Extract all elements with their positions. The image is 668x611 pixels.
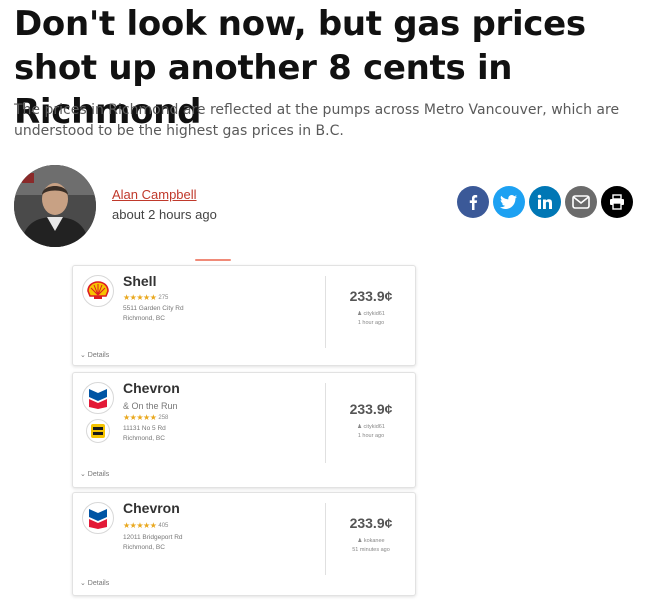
print-icon (610, 194, 624, 210)
twitter-icon (500, 195, 517, 209)
scroll-indicator (195, 259, 231, 261)
linkedin-share-button[interactable] (529, 186, 561, 218)
rating-stars: ★★★★★ 405 (123, 521, 169, 530)
station-name[interactable]: Chevron (123, 380, 180, 396)
price-value: 233.9¢ (349, 288, 393, 304)
shell-logo-icon (82, 275, 114, 307)
report-time: 1 hour ago (357, 433, 385, 439)
publish-time: about 2 hours ago (112, 207, 217, 222)
email-icon (572, 195, 590, 209)
facebook-share-button[interactable] (457, 186, 489, 218)
station-name[interactable]: Shell (123, 273, 156, 289)
reporter-name: ♟ kokanee (357, 538, 385, 544)
rating-count: 405 (158, 523, 169, 529)
details-toggle[interactable]: ⌄ Details (80, 579, 109, 587)
email-share-button[interactable] (565, 186, 597, 218)
station-sub-brand: & On the Run (123, 401, 178, 411)
details-toggle[interactable]: ⌄ Details (80, 470, 109, 478)
article-subheadline: The prices in Richmond are reflected at … (14, 102, 620, 139)
facebook-icon (469, 195, 478, 210)
price-divider (325, 503, 326, 575)
linkedin-icon (537, 194, 552, 209)
price-divider (325, 383, 326, 463)
station-card[interactable]: Chevron & On the Run ★★★★★ 258 11131 No 5… (72, 372, 416, 488)
twitter-share-button[interactable] (493, 186, 525, 218)
author-avatar[interactable] (14, 165, 96, 247)
details-toggle[interactable]: ⌄ Details (80, 351, 109, 359)
reporter-name: ♟ citykid61 (357, 311, 385, 317)
chevron-logo-icon (82, 502, 114, 534)
share-buttons (457, 186, 633, 218)
station-address: 5511 Garden City Rd Richmond, BC (123, 305, 184, 322)
rating-stars: ★★★★★ 275 (123, 293, 169, 302)
price-value: 233.9¢ (349, 515, 393, 531)
reporter-name: ♟ citykid61 (357, 424, 385, 430)
rating-count: 275 (158, 295, 169, 301)
price-value: 233.9¢ (349, 401, 393, 417)
rating-stars: ★★★★★ 258 (123, 413, 169, 422)
rating-count: 258 (158, 415, 169, 421)
author-photo-icon (14, 165, 96, 247)
on-the-run-logo-icon (86, 419, 110, 443)
station-address: 12011 Bridgeport Rd Richmond, BC (123, 534, 183, 551)
print-button[interactable] (601, 186, 633, 218)
report-time: 51 minutes ago (352, 547, 390, 553)
gas-prices-screenshot: Shell ★★★★★ 275 5511 Garden City Rd Richm… (62, 256, 424, 611)
station-card[interactable]: Chevron ★★★★★ 405 12011 Bridgeport Rd Ric… (72, 492, 416, 596)
author-name-link[interactable]: Alan Campbell (112, 187, 197, 202)
report-time: 1 hour ago (357, 320, 385, 326)
chevron-logo-icon (82, 382, 114, 414)
station-card[interactable]: Shell ★★★★★ 275 5511 Garden City Rd Richm… (72, 265, 416, 366)
station-address: 11131 No 5 Rd Richmond, BC (123, 425, 166, 442)
station-name[interactable]: Chevron (123, 500, 180, 516)
price-divider (325, 276, 326, 348)
